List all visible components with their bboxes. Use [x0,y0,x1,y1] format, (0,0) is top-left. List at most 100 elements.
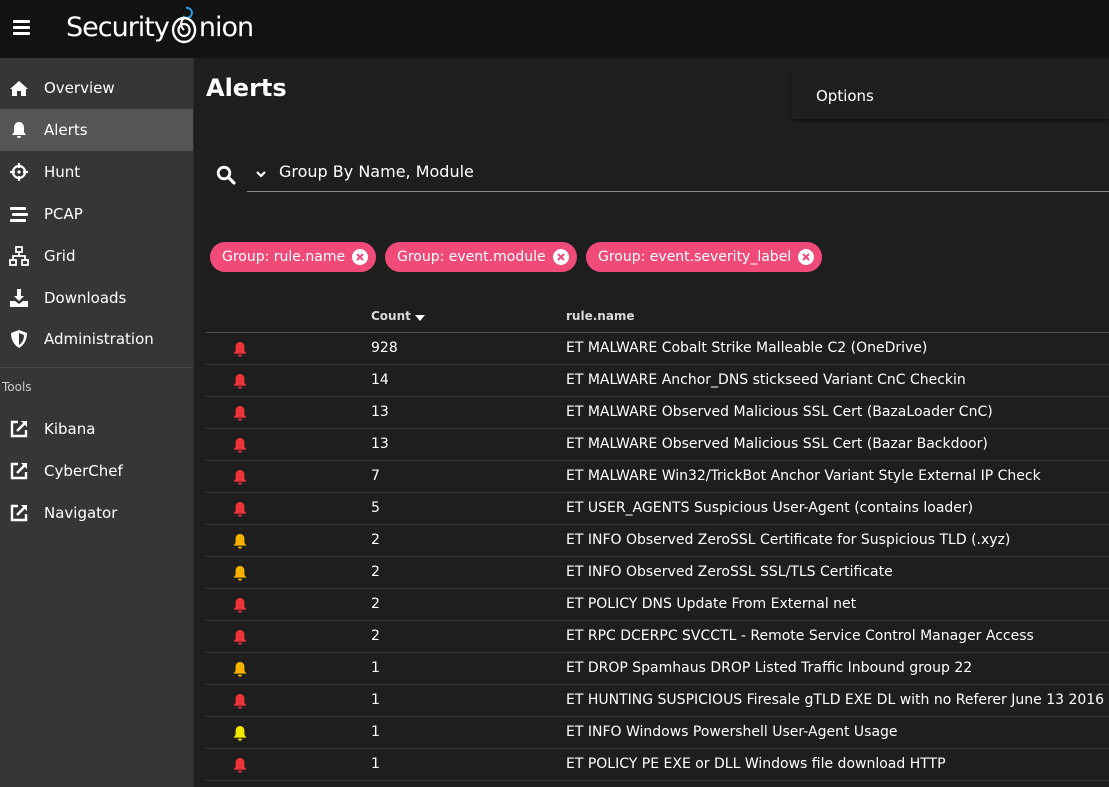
severity-bell-icon[interactable] [232,373,248,390]
logo[interactable]: Security nion [66,4,254,50]
app-bar: Security nion [0,0,1109,58]
bell-icon [12,122,26,138]
table-row[interactable]: 1 ET INFO Windows Powershell User-Agent U… [206,717,1109,749]
sidebar-item-administration[interactable]: Administration [0,318,193,360]
table-row[interactable]: 7 ET MALWARE Win32/TrickBot Anchor Varian… [206,461,1109,493]
sidebar-item-grid[interactable]: Grid [0,235,193,277]
severity-bell-icon[interactable] [232,597,248,614]
external-link-icon [10,462,28,480]
home-icon [10,81,28,96]
column-header-label: Count [371,309,411,323]
chip-label: Group: event.module [397,249,546,265]
page-title: Alerts [206,74,287,102]
table-row[interactable]: 928 ET MALWARE Cobalt Strike Malleable C2… [206,333,1109,365]
query-input[interactable]: Group By Name, Module [247,154,1109,192]
alerts-table: Count rule.name 928 ET MALWARE Cobalt Str… [206,300,1109,781]
severity-bell-icon[interactable] [232,757,248,774]
rule-name-cell[interactable]: ET MALWARE Anchor_DNS stickseed Variant … [566,372,966,388]
chevron-down-icon[interactable] [255,168,267,180]
count-cell: 2 [371,596,380,612]
rule-name-cell[interactable]: ET MALWARE Observed Malicious SSL Cert (… [566,404,993,420]
rule-name-cell[interactable]: ET MALWARE Win32/TrickBot Anchor Variant… [566,468,1041,484]
column-header-count[interactable]: Count [371,309,425,323]
logo-text-security: Security [66,11,170,43]
severity-bell-icon[interactable] [232,693,248,710]
rule-name-cell[interactable]: ET USER_AGENTS Suspicious User-Agent (co… [566,500,973,516]
table-row[interactable]: 1 ET DROP Spamhaus DROP Listed Traffic In… [206,653,1109,685]
sidebar: Overview Alerts Hunt PCAP Grid Downloads… [0,58,194,787]
external-link-icon [10,504,28,522]
table-row[interactable]: 2 ET INFO Observed ZeroSSL SSL/TLS Certif… [206,557,1109,589]
table-row[interactable]: 13 ET MALWARE Observed Malicious SSL Cert… [206,429,1109,461]
close-icon[interactable] [798,249,815,265]
group-chip-event-severity-label[interactable]: Group: event.severity_label [586,242,823,272]
severity-bell-icon[interactable] [232,725,248,742]
search-icon[interactable] [216,165,236,185]
severity-bell-icon[interactable] [232,661,248,678]
external-link-icon [10,420,28,438]
sidebar-divider [0,367,193,368]
severity-bell-icon[interactable] [232,533,248,550]
close-icon[interactable] [352,249,369,265]
rule-name-cell[interactable]: ET POLICY PE EXE or DLL Windows file dow… [566,756,946,772]
group-chip-rule-name[interactable]: Group: rule.name [210,242,377,272]
table-row[interactable]: 14 ET MALWARE Anchor_DNS stickseed Varian… [206,365,1109,397]
table-row[interactable]: 13 ET MALWARE Observed Malicious SSL Cert… [206,397,1109,429]
severity-bell-icon[interactable] [232,501,248,518]
table-row[interactable]: 1 ET POLICY PE EXE or DLL Windows file do… [206,749,1109,781]
count-cell: 1 [371,692,380,708]
severity-bell-icon[interactable] [232,437,248,454]
sidebar-item-pcap[interactable]: PCAP [0,193,193,235]
table-row[interactable]: 1 ET HUNTING SUSPICIOUS Firesale gTLD EXE… [206,685,1109,717]
rule-name-cell[interactable]: ET INFO Observed ZeroSSL SSL/TLS Certifi… [566,564,893,580]
count-cell: 1 [371,756,380,772]
table-row[interactable]: 2 ET RPC DCERPC SVCCTL - Remote Service C… [206,621,1109,653]
table-row[interactable]: 2 ET INFO Observed ZeroSSL Certificate fo… [206,525,1109,557]
rule-name-cell[interactable]: ET MALWARE Cobalt Strike Malleable C2 (O… [566,340,927,356]
count-cell: 13 [371,404,389,420]
severity-bell-icon[interactable] [232,405,248,422]
group-chip-event-module[interactable]: Group: event.module [385,242,577,272]
column-header-rule-name[interactable]: rule.name [566,309,635,323]
count-cell: 7 [371,468,380,484]
sidebar-item-label: Kibana [44,420,96,438]
count-cell: 2 [371,564,380,580]
rule-name-cell[interactable]: ET INFO Observed ZeroSSL Certificate for… [566,532,1010,548]
severity-bell-icon[interactable] [232,629,248,646]
chip-label: Group: rule.name [222,249,346,265]
rule-name-cell[interactable]: ET HUNTING SUSPICIOUS Firesale gTLD EXE … [566,692,1104,708]
sidebar-item-navigator[interactable]: Navigator [0,492,193,534]
severity-bell-icon[interactable] [232,565,248,582]
table-row[interactable]: 5 ET USER_AGENTS Suspicious User-Agent (c… [206,493,1109,525]
severity-bell-icon[interactable] [232,341,248,358]
tools-header: Tools [2,380,32,394]
rule-name-cell[interactable]: ET RPC DCERPC SVCCTL - Remote Service Co… [566,628,1034,644]
main-content: Alerts Options Group By Name, Module Gro… [194,58,1109,787]
rule-name-cell[interactable]: ET INFO Windows Powershell User-Agent Us… [566,724,898,740]
sidebar-item-hunt[interactable]: Hunt [0,151,193,193]
rule-name-cell[interactable]: ET DROP Spamhaus DROP Listed Traffic Inb… [566,660,972,676]
logo-text-nion: nion [198,11,254,43]
count-cell: 5 [371,500,380,516]
options-panel-button[interactable]: Options [792,73,1109,119]
sidebar-item-label: PCAP [44,205,83,223]
count-cell: 2 [371,532,380,548]
sidebar-item-downloads[interactable]: Downloads [0,277,193,319]
sidebar-item-label: Downloads [44,289,127,307]
close-icon[interactable] [552,249,569,265]
sidebar-item-kibana[interactable]: Kibana [0,408,193,450]
sidebar-item-label: Navigator [44,504,118,522]
count-cell: 1 [371,660,380,676]
rule-name-cell[interactable]: ET MALWARE Observed Malicious SSL Cert (… [566,436,988,452]
rule-name-cell[interactable]: ET POLICY DNS Update From External net [566,596,856,612]
sidebar-item-alerts[interactable]: Alerts [0,109,193,151]
menu-icon[interactable] [13,20,30,36]
stream-icon [10,207,28,222]
count-cell: 2 [371,628,380,644]
count-cell: 1 [371,724,380,740]
sidebar-item-cyberchef[interactable]: CyberChef [0,450,193,492]
sidebar-item-overview[interactable]: Overview [0,67,193,109]
table-row[interactable]: 2 ET POLICY DNS Update From External net [206,589,1109,621]
table-body: 928 ET MALWARE Cobalt Strike Malleable C2… [206,333,1109,781]
severity-bell-icon[interactable] [232,469,248,486]
